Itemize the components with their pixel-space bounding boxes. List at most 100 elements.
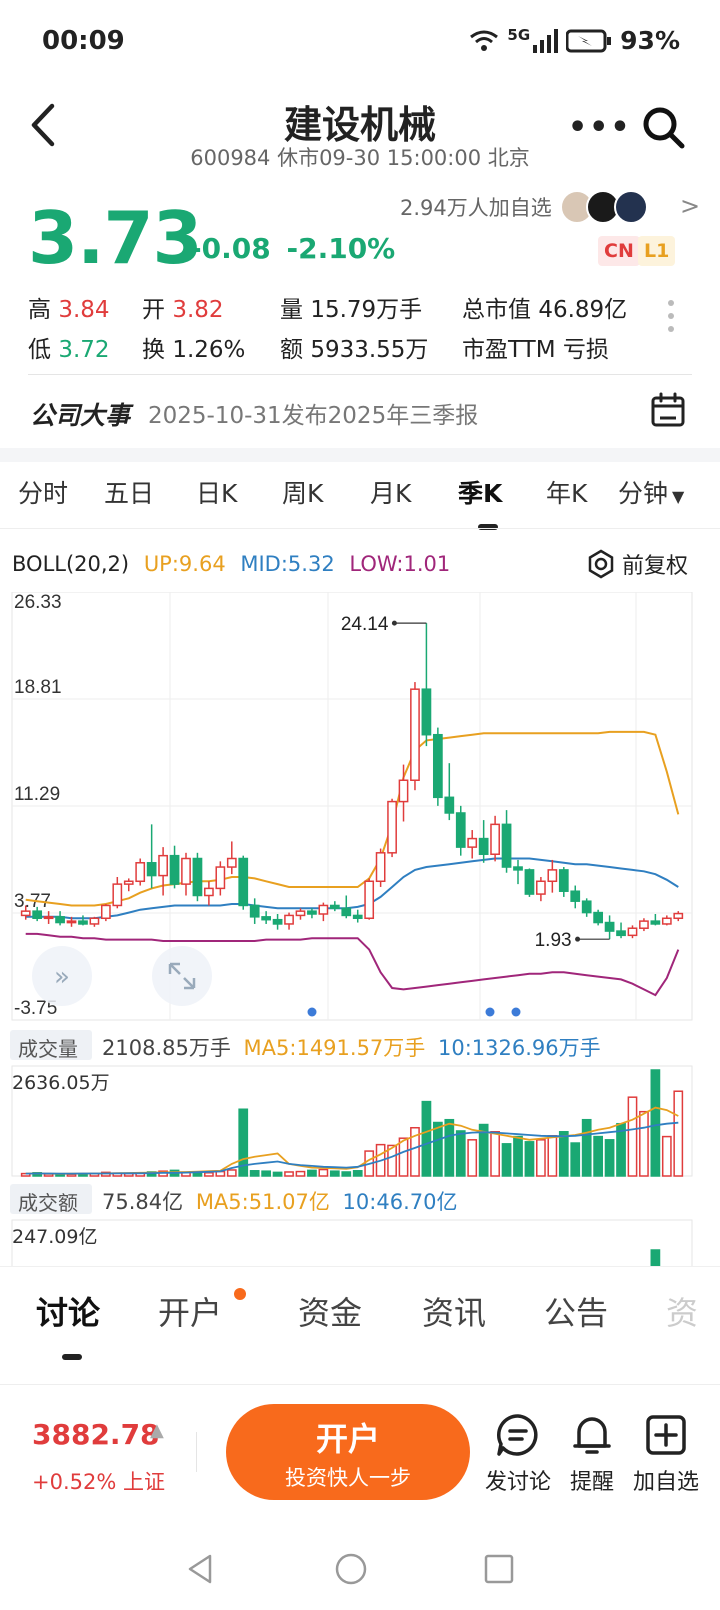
event-marker-dot bbox=[307, 1007, 317, 1017]
volume-bar bbox=[513, 1135, 523, 1177]
volume-bar bbox=[272, 1171, 283, 1177]
candle-body bbox=[432, 733, 443, 799]
stat-amount: 额 5933.55万 bbox=[280, 337, 429, 363]
section-gap bbox=[0, 448, 720, 462]
tab-minutes[interactable]: 分钟 ▼ bbox=[618, 474, 684, 510]
candle-body bbox=[364, 880, 375, 920]
boll-mid-value: MID:5.32 bbox=[240, 552, 335, 576]
index-value[interactable]: 3882.78 bbox=[32, 1418, 160, 1451]
candle-body bbox=[318, 904, 329, 915]
stat-high: 高 3.84 bbox=[28, 297, 110, 323]
volume-value: 2108.85万手 bbox=[102, 1036, 231, 1060]
volume-axis-top: 2636.05万 bbox=[12, 1072, 110, 1094]
event-text[interactable]: 2025-10-31发布2025年三季报 bbox=[148, 396, 478, 430]
volume-bar bbox=[673, 1090, 684, 1177]
volume-bar bbox=[547, 1135, 558, 1177]
divider bbox=[28, 374, 692, 375]
battery-percent: 93% bbox=[620, 26, 680, 55]
boll-legend[interactable]: BOLL(20,2) UP:9.64 MID:5.32 LOW:1.01 bbox=[12, 552, 450, 576]
price-adjust-toggle[interactable]: 前复权 bbox=[586, 548, 688, 580]
divider bbox=[196, 1432, 197, 1472]
candle-body bbox=[169, 854, 180, 885]
tab-minute-line[interactable]: 分时 bbox=[18, 474, 68, 510]
volume-ma5-line bbox=[25, 1106, 679, 1175]
volume-bar bbox=[524, 1141, 535, 1177]
tab-more-cut[interactable]: 资 bbox=[666, 1288, 698, 1334]
stat-market-cap: 总市值 46.89亿 bbox=[462, 297, 628, 323]
settings-icon bbox=[588, 549, 614, 579]
amount-label[interactable]: 成交额 bbox=[10, 1184, 92, 1215]
candle-body bbox=[547, 869, 558, 883]
candle-body bbox=[123, 880, 134, 885]
candle-body bbox=[112, 883, 123, 907]
active-bottom-tab-indicator bbox=[62, 1354, 82, 1360]
current-price: 3.73 bbox=[28, 196, 203, 280]
status-icons: 5G 93% bbox=[469, 26, 680, 55]
add-watchlist-label: 加自选 bbox=[632, 1470, 699, 1495]
volume-bar bbox=[455, 1130, 466, 1177]
candle-body bbox=[20, 910, 31, 917]
event-title[interactable]: 公司大事 bbox=[30, 396, 130, 432]
amount-ma5: MA5:51.07亿 bbox=[195, 1190, 330, 1214]
candle-body bbox=[604, 921, 615, 932]
volume-bar bbox=[432, 1121, 443, 1177]
volume-bar bbox=[249, 1170, 260, 1177]
search-icon[interactable] bbox=[640, 104, 686, 150]
more-icon[interactable]: ••• bbox=[568, 110, 632, 145]
volume-label[interactable]: 成交量 bbox=[10, 1030, 92, 1061]
boll-upper-line bbox=[25, 730, 680, 907]
tab-weekly-k[interactable]: 周K bbox=[282, 474, 323, 510]
volume-bar bbox=[295, 1170, 306, 1177]
tab-quarterly-k[interactable]: 季K bbox=[458, 474, 502, 510]
high-label: 24.14 bbox=[341, 614, 389, 635]
y-tick-label: 26.33 bbox=[14, 592, 62, 613]
stat-low: 低 3.72 bbox=[28, 337, 110, 363]
candle-body bbox=[100, 904, 111, 920]
volume-bar bbox=[398, 1137, 409, 1177]
candle-body bbox=[307, 910, 317, 915]
tab-five-day[interactable]: 五日 bbox=[104, 474, 154, 510]
candle-body bbox=[650, 920, 661, 925]
candle-body bbox=[455, 812, 466, 848]
boll-mid-line bbox=[25, 857, 679, 920]
candle-body bbox=[66, 920, 77, 924]
candle-body bbox=[272, 918, 283, 925]
avatar[interactable] bbox=[614, 190, 648, 224]
more-stats-icon[interactable] bbox=[668, 300, 676, 339]
chevron-right-icon[interactable]: > bbox=[680, 192, 700, 220]
amount-value: 75.84亿 bbox=[102, 1190, 184, 1214]
nav-home-icon[interactable] bbox=[334, 1552, 368, 1586]
candle-body bbox=[181, 857, 191, 885]
tab-announcements[interactable]: 公告 bbox=[544, 1288, 608, 1334]
post-discussion-button[interactable]: 发讨论 bbox=[478, 1412, 558, 1496]
candle-body bbox=[329, 904, 340, 910]
volume-bar bbox=[261, 1170, 272, 1177]
candle-body bbox=[158, 854, 168, 877]
volume-ma5: MA5:1491.57万手 bbox=[243, 1036, 426, 1060]
bell-icon bbox=[573, 1417, 611, 1454]
alert-button[interactable]: 提醒 bbox=[552, 1412, 632, 1496]
nav-recents-icon[interactable] bbox=[482, 1552, 516, 1586]
nav-back-icon[interactable] bbox=[184, 1552, 218, 1586]
candle-body bbox=[192, 857, 203, 897]
index-change[interactable]: +0.52% 上证 bbox=[32, 1466, 165, 1496]
tab-funds[interactable]: 资金 bbox=[298, 1288, 362, 1334]
open-account-button[interactable]: 开户 投资快人一步 bbox=[226, 1404, 470, 1500]
alert-label: 提醒 bbox=[569, 1470, 614, 1495]
tab-yearly-k[interactable]: 年K bbox=[546, 474, 587, 510]
tab-monthly-k[interactable]: 月K bbox=[370, 474, 411, 510]
price-change: -0.08 -2.10% bbox=[190, 232, 395, 265]
tab-news[interactable]: 资讯 bbox=[422, 1288, 486, 1334]
tab-discussion[interactable]: 讨论 bbox=[36, 1288, 100, 1334]
volume-legend: 2108.85万手 MA5:1491.57万手 10:1326.96万手 bbox=[102, 1032, 601, 1062]
followers-count[interactable]: 2.94万人加自选 bbox=[400, 192, 552, 222]
tab-open-account[interactable]: 开户 bbox=[158, 1288, 222, 1334]
price-adjust-label: 前复权 bbox=[622, 554, 689, 579]
tab-daily-k[interactable]: 日K bbox=[196, 474, 237, 510]
low-label: 1.93 bbox=[535, 930, 572, 951]
add-watchlist-button[interactable]: 加自选 bbox=[626, 1412, 706, 1496]
candle-body bbox=[616, 930, 626, 937]
stat-pe: 市盈TTM 亏损 bbox=[462, 337, 609, 363]
calendar-icon[interactable] bbox=[650, 392, 686, 428]
volume-bar bbox=[192, 1172, 203, 1177]
